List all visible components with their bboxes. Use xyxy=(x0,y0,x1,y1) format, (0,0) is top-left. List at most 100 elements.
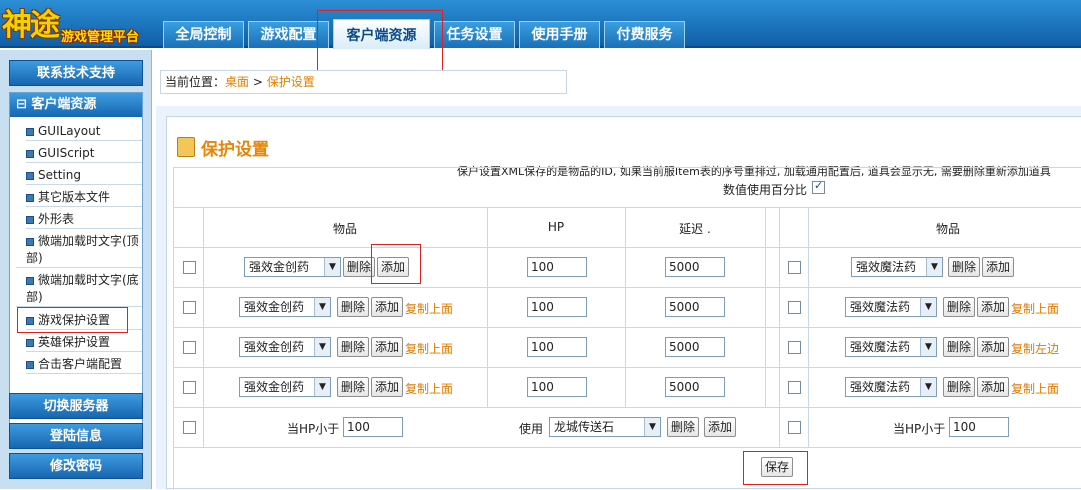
notebook-icon xyxy=(177,137,195,157)
row-checkbox[interactable] xyxy=(183,381,196,394)
row-checkbox[interactable] xyxy=(183,421,196,434)
hp-below-input-right[interactable]: 100 xyxy=(949,417,1009,437)
item-select-right[interactable]: 强效魔法药 ▼ xyxy=(845,337,937,357)
chevron-down-icon: ▼ xyxy=(314,298,330,316)
sidebar-item-loading-text-bottom[interactable]: 微端加载时文字(底部) xyxy=(16,272,142,307)
sidebar-item-hero-protection[interactable]: 英雄保护设置 xyxy=(26,334,142,352)
chevron-down-icon: ▼ xyxy=(920,378,936,396)
use-label: 使用 xyxy=(519,422,544,436)
item-select-right[interactable]: 强效魔法药 ▼ xyxy=(845,297,937,317)
sidebar-item-combo-client-config[interactable]: 合击客户端配置 xyxy=(26,356,142,374)
delete-button[interactable]: 删除 xyxy=(337,337,370,357)
tab-global-control[interactable]: 全局控制 xyxy=(163,21,244,48)
tab-game-config[interactable]: 游戏配置 xyxy=(248,21,329,48)
delete-button-right[interactable]: 删除 xyxy=(943,337,976,357)
delete-button-right[interactable]: 删除 xyxy=(948,257,981,277)
file-icon xyxy=(26,237,34,246)
copy-above-link[interactable]: 复制上面 xyxy=(405,300,453,317)
copy-above-link[interactable]: 复制上面 xyxy=(405,340,453,357)
copy-above-link[interactable]: 复制上面 xyxy=(405,380,453,397)
copy-left-link-right[interactable]: 复制左边 xyxy=(1011,340,1059,357)
hp-input[interactable]: 100 xyxy=(527,257,587,277)
header-delay: 延迟 . xyxy=(679,222,711,236)
item-select[interactable]: 强效金创药 ▼ xyxy=(239,297,331,317)
main-area: 保护设置 保户设置XML保存的是物品的ID, 如果当前服Item表的序号重排过,… xyxy=(156,106,1081,490)
use-item-select[interactable]: 龙城传送石 ▼ xyxy=(549,417,661,437)
add-button-right[interactable]: 添加 xyxy=(977,377,1010,397)
copy-above-link-right[interactable]: 复制上面 xyxy=(1011,300,1059,317)
row-checkbox[interactable] xyxy=(183,301,196,314)
row-checkbox[interactable] xyxy=(183,261,196,274)
delete-button[interactable]: 删除 xyxy=(337,377,370,397)
use-delete-button[interactable]: 删除 xyxy=(667,417,700,437)
delete-button-right[interactable]: 删除 xyxy=(943,297,976,317)
hp-below-input[interactable]: 100 xyxy=(343,417,403,437)
add-button[interactable]: 添加 xyxy=(377,257,410,277)
item-select[interactable]: 强效金创药 ▼ xyxy=(239,377,331,397)
tab-client-resources[interactable]: 客户端资源 xyxy=(333,19,430,49)
item-select-right[interactable]: 强效魔法药 ▼ xyxy=(851,257,943,277)
delay-input[interactable]: 5000 xyxy=(665,337,725,357)
switch-server-button[interactable]: 切换服务器 xyxy=(9,393,143,419)
use-add-button[interactable]: 添加 xyxy=(704,417,737,437)
delay-input[interactable]: 5000 xyxy=(665,377,725,397)
delete-button[interactable]: 删除 xyxy=(337,297,370,317)
logo-subtitle: 游戏管理平台 xyxy=(61,30,140,45)
item-select[interactable]: 强效金创药 ▼ xyxy=(239,337,331,357)
add-button[interactable]: 添加 xyxy=(371,337,404,357)
breadcrumb-home-link[interactable]: 桌面 xyxy=(225,75,249,89)
sidebar-item-game-protection[interactable]: 游戏保护设置 xyxy=(26,312,142,330)
sidebar: 联系技术支持 ⊟ 客户端资源 GUILayout GUIScript Setti… xyxy=(0,50,152,489)
item-select-right[interactable]: 强效魔法药 ▼ xyxy=(845,377,937,397)
row-checkbox-right[interactable] xyxy=(788,381,801,394)
sidebar-item-other-versions[interactable]: 其它版本文件 xyxy=(26,189,142,207)
tab-paid-service[interactable]: 付费服务 xyxy=(604,21,685,48)
file-icon xyxy=(26,193,34,202)
percent-checkbox[interactable] xyxy=(812,179,825,194)
chevron-down-icon: ▼ xyxy=(926,258,942,276)
file-icon xyxy=(26,338,34,347)
hp-below-label: 当HP小于 xyxy=(287,422,340,436)
sidebar-item-loading-text-top[interactable]: 微端加载时文字(顶部) xyxy=(16,233,142,268)
file-icon xyxy=(26,171,34,180)
add-button-right[interactable]: 添加 xyxy=(982,257,1015,277)
add-button-right[interactable]: 添加 xyxy=(977,297,1010,317)
page-description: 保户设置XML保存的是物品的ID, 如果当前服Item表的序号重排过, 加载通用… xyxy=(457,165,1051,178)
login-info-button[interactable]: 登陆信息 xyxy=(9,423,143,449)
item-select[interactable]: 强效金创药 ▼ xyxy=(244,257,341,277)
main-content: 保护设置 保户设置XML保存的是物品的ID, 如果当前服Item表的序号重排过,… xyxy=(166,116,1081,490)
file-icon xyxy=(26,127,34,136)
row-checkbox[interactable] xyxy=(183,341,196,354)
tab-task-settings[interactable]: 任务设置 xyxy=(434,21,515,48)
row-checkbox-right[interactable] xyxy=(788,421,801,434)
chevron-down-icon: ▼ xyxy=(314,338,330,356)
row-checkbox-right[interactable] xyxy=(788,261,801,274)
tab-user-manual[interactable]: 使用手册 xyxy=(519,21,600,48)
hp-input[interactable]: 100 xyxy=(527,377,587,397)
copy-above-link-right[interactable]: 复制上面 xyxy=(1011,380,1059,397)
delete-button-right[interactable]: 删除 xyxy=(943,377,976,397)
add-button-right[interactable]: 添加 xyxy=(977,337,1010,357)
sidebar-item-appearance[interactable]: 外形表 xyxy=(26,211,142,229)
save-button[interactable]: 保存 xyxy=(761,457,794,477)
file-icon xyxy=(26,360,34,369)
sidebar-item-setting[interactable]: Setting xyxy=(26,167,142,185)
row-checkbox-right[interactable] xyxy=(788,341,801,354)
delay-input[interactable]: 5000 xyxy=(665,297,725,317)
add-button[interactable]: 添加 xyxy=(371,297,404,317)
chevron-down-icon: ▼ xyxy=(920,338,936,356)
sidebar-panel: ⊟ 客户端资源 GUILayout GUIScript Setting 其它版本… xyxy=(9,92,143,436)
change-password-button[interactable]: 修改密码 xyxy=(9,453,143,479)
sidebar-item-guilayout[interactable]: GUILayout xyxy=(26,123,142,141)
delay-input[interactable]: 5000 xyxy=(665,257,725,277)
hp-input[interactable]: 100 xyxy=(527,297,587,317)
row-checkbox-right[interactable] xyxy=(788,301,801,314)
add-button[interactable]: 添加 xyxy=(371,377,404,397)
sidebar-item-guiscript[interactable]: GUIScript xyxy=(26,145,142,163)
hp-input[interactable]: 100 xyxy=(527,337,587,357)
delete-button[interactable]: 删除 xyxy=(343,257,376,277)
sidebar-panel-title[interactable]: ⊟ 客户端资源 xyxy=(10,93,142,117)
contact-support-button[interactable]: 联系技术支持 xyxy=(9,60,143,86)
file-icon xyxy=(26,149,34,158)
file-icon xyxy=(26,316,34,325)
